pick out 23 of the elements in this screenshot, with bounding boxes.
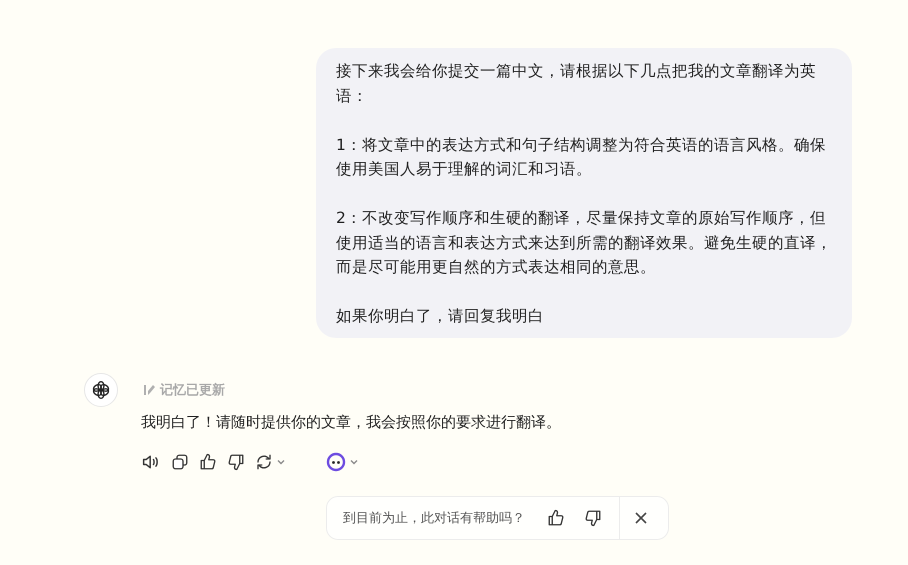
feedback-question: 到目前为止，此对话有帮助吗？ [343, 510, 525, 526]
thumbs-down-icon [227, 452, 245, 470]
message-paragraph: 2：不改变写作顺序和生硬的翻译，尽量保持文章的原始写作顺序，但使用适当的语言和表达方式来达到所需的翻译效果。避免生硬的直译，而是尽可能用更自然的方式表达相同的意思。 [336, 208, 833, 278]
copy-button[interactable] [171, 452, 189, 472]
regenerate-button[interactable] [255, 452, 286, 472]
pencil-icon [144, 384, 155, 396]
close-icon [634, 510, 648, 524]
copy-icon [171, 452, 189, 470]
flower-logo-icon [91, 380, 111, 400]
thumbs-down-icon [584, 508, 602, 526]
regenerate-icon [255, 452, 273, 470]
thumbs-up-icon [547, 508, 565, 526]
model-face-icon [326, 452, 346, 472]
thumbs-down-button[interactable] [227, 452, 245, 472]
memory-updated-label[interactable]: 记忆已更新 [160, 380, 225, 398]
thumbs-up-button[interactable] [199, 452, 217, 472]
speaker-icon [141, 452, 161, 470]
model-face-button[interactable] [326, 452, 359, 472]
thumbs-up-icon [199, 452, 217, 470]
message-paragraph: 接下来我会给你提交一篇中文，请根据以下几点把我的文章翻译为英语： [336, 61, 817, 106]
message-paragraph: 1：将文章中的表达方式和句子结构调整为符合英语的语言风格。确保使用美国人易于理解的词汇和习语。 [336, 134, 827, 180]
assistant-reply: 我明白了！请随时提供你的文章，我会按照你的要求进行翻译。 [141, 412, 561, 432]
message-paragraph: 如果你明白了，请回复我明白 [336, 306, 545, 327]
